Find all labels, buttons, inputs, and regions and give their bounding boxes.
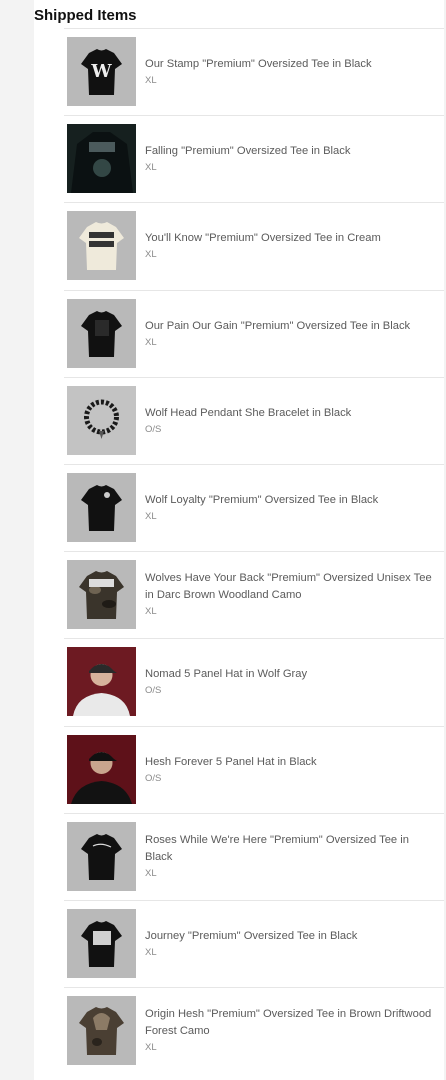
tshirt-black-icon: [81, 310, 122, 357]
item-size: XL: [145, 1042, 157, 1054]
list-item[interactable]: Falling "Premium" Oversized Tee in Black…: [64, 116, 444, 204]
product-image: [67, 472, 136, 542]
product-image: [67, 821, 136, 891]
product-image: [67, 996, 136, 1066]
item-size: XL: [145, 162, 157, 174]
tshirt-black-icon: [81, 920, 122, 967]
tshirt-black-icon: [81, 484, 122, 531]
tshirt-camo-icon: [79, 571, 124, 620]
list-item[interactable]: W Our Stamp "Premium" Oversized Tee in B…: [64, 29, 444, 117]
item-size: XL: [145, 510, 157, 522]
item-name: Wolf Head Pendant She Bracelet in Black: [145, 406, 352, 419]
list-item[interactable]: Wolf Head Pendant She Bracelet in Black …: [64, 378, 444, 465]
tshirt-black-icon: W: [81, 49, 122, 95]
bracelet-icon: [84, 399, 119, 439]
product-image: [67, 908, 136, 978]
svg-text:W: W: [90, 61, 112, 82]
item-size: XL: [145, 867, 157, 879]
item-name: You'll Know "Premium" Oversized Tee in C…: [145, 232, 381, 245]
list-item[interactable]: Wolves Have Your Back "Premium" Oversize…: [64, 552, 444, 640]
item-size: O/S: [145, 685, 162, 697]
item-name: Journey "Premium" Oversized Tee in Black: [145, 929, 358, 942]
item-name: Roses While We're Here "Premium" Oversiz…: [145, 833, 409, 863]
shipped-items-list: W Our Stamp "Premium" Oversized Tee in B…: [64, 29, 444, 1074]
list-item[interactable]: Nomad 5 Panel Hat in Wolf Gray O/S: [64, 639, 444, 727]
hat-model-icon: [67, 734, 136, 804]
list-item[interactable]: Hesh Forever 5 Panel Hat in Black O/S: [64, 727, 444, 814]
product-image: [67, 298, 136, 368]
list-item[interactable]: You'll Know "Premium" Oversized Tee in C…: [64, 203, 444, 291]
tshirt-cream-icon: [79, 222, 124, 271]
section-title: Shipped Items: [34, 7, 137, 24]
hat-model-icon: [67, 647, 136, 717]
list-item[interactable]: Origin Hesh "Premium" Oversized Tee in B…: [64, 988, 444, 1074]
product-image: [67, 560, 136, 630]
tshirt-black-icon: [81, 833, 122, 880]
product-image: [67, 385, 136, 455]
tshirt-camo-icon: [79, 1007, 124, 1056]
product-image: [67, 124, 136, 194]
list-item[interactable]: Wolf Loyalty "Premium" Oversized Tee in …: [64, 465, 444, 553]
item-size: O/S: [145, 772, 162, 784]
item-size: XL: [145, 249, 157, 261]
product-image: [67, 734, 136, 804]
list-item[interactable]: Our Pain Our Gain "Premium" Oversized Te…: [64, 291, 444, 378]
item-name: Wolves Have Your Back "Premium" Oversize…: [145, 572, 432, 602]
list-item[interactable]: Roses While We're Here "Premium" Oversiz…: [64, 814, 444, 901]
item-size: XL: [145, 336, 157, 348]
item-size: O/S: [145, 423, 162, 435]
item-size: XL: [145, 75, 157, 86]
item-name: Falling "Premium" Oversized Tee in Black: [145, 145, 351, 158]
item-name: Our Stamp "Premium" Oversized Tee in Bla…: [145, 58, 372, 70]
item-name: Hesh Forever 5 Panel Hat in Black: [145, 755, 317, 768]
list-item[interactable]: Journey "Premium" Oversized Tee in Black…: [64, 901, 444, 989]
item-name: Our Pain Our Gain "Premium" Oversized Te…: [145, 319, 411, 332]
product-image: [67, 211, 136, 281]
item-size: XL: [145, 606, 157, 618]
product-image: W: [67, 37, 136, 106]
product-image: [67, 647, 136, 717]
item-name: Nomad 5 Panel Hat in Wolf Gray: [145, 668, 308, 681]
tshirt-photo-icon: [67, 124, 136, 194]
item-size: XL: [145, 946, 157, 958]
item-name: Wolf Loyalty "Premium" Oversized Tee in …: [145, 493, 379, 506]
item-name: Origin Hesh "Premium" Oversized Tee in B…: [145, 1008, 432, 1038]
